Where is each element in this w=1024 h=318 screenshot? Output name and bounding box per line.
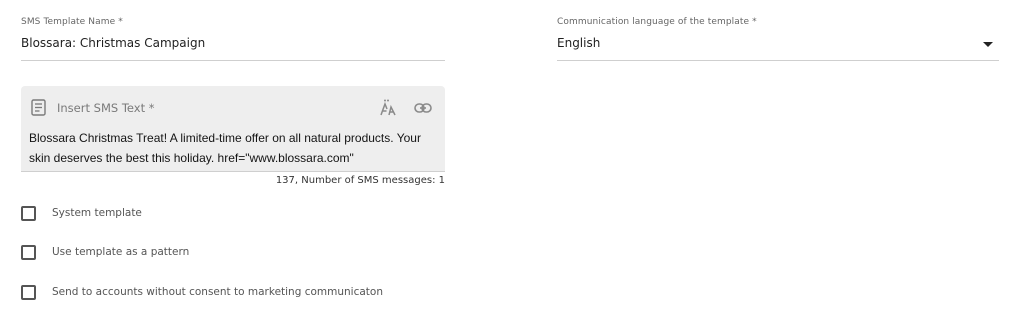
- language-label-text: Communication language of the template: [557, 17, 750, 27]
- link-icon[interactable]: [412, 98, 434, 118]
- template-name-label-text: SMS Template Name: [21, 17, 116, 27]
- sms-counter: 137, Number of SMS messages: 1: [275, 175, 445, 186]
- system-template-checkbox-row[interactable]: System template: [21, 204, 142, 222]
- sms-text-label: Insert SMS Text *: [57, 101, 154, 115]
- personalization-icon[interactable]: [377, 98, 399, 118]
- system-template-checkbox[interactable]: [21, 205, 36, 221]
- no-consent-checkbox-row[interactable]: Send to accounts without consent to mark…: [21, 283, 383, 301]
- use-as-pattern-checkbox-row[interactable]: Use template as a pattern: [21, 243, 189, 261]
- required-mark: *: [118, 17, 123, 27]
- no-consent-checkbox[interactable]: [21, 284, 36, 300]
- use-as-pattern-checkbox[interactable]: [21, 244, 36, 260]
- use-as-pattern-label: Use template as a pattern: [52, 246, 190, 258]
- language-label: Communication language of the template *: [557, 17, 757, 27]
- sms-text-area[interactable]: Insert SMS Text * Blossara Christmas Tre…: [21, 86, 445, 172]
- no-consent-label: Send to accounts without consent to mark…: [52, 286, 384, 298]
- language-selected-value[interactable]: English: [557, 36, 600, 50]
- caret-down-icon[interactable]: [983, 42, 993, 47]
- text-document-icon: [31, 99, 46, 116]
- sms-text-input[interactable]: Blossara Christmas Treat! A limited-time…: [29, 128, 439, 168]
- template-name-label: SMS Template Name *: [21, 17, 123, 27]
- language-underline: [557, 60, 999, 61]
- required-mark: *: [148, 101, 155, 115]
- template-name-input[interactable]: Blossara: Christmas Campaign: [21, 36, 205, 50]
- sms-text-label-text: Insert SMS Text: [57, 101, 146, 115]
- template-name-underline: [21, 60, 445, 61]
- required-mark: *: [752, 17, 757, 27]
- system-template-label: System template: [52, 207, 142, 219]
